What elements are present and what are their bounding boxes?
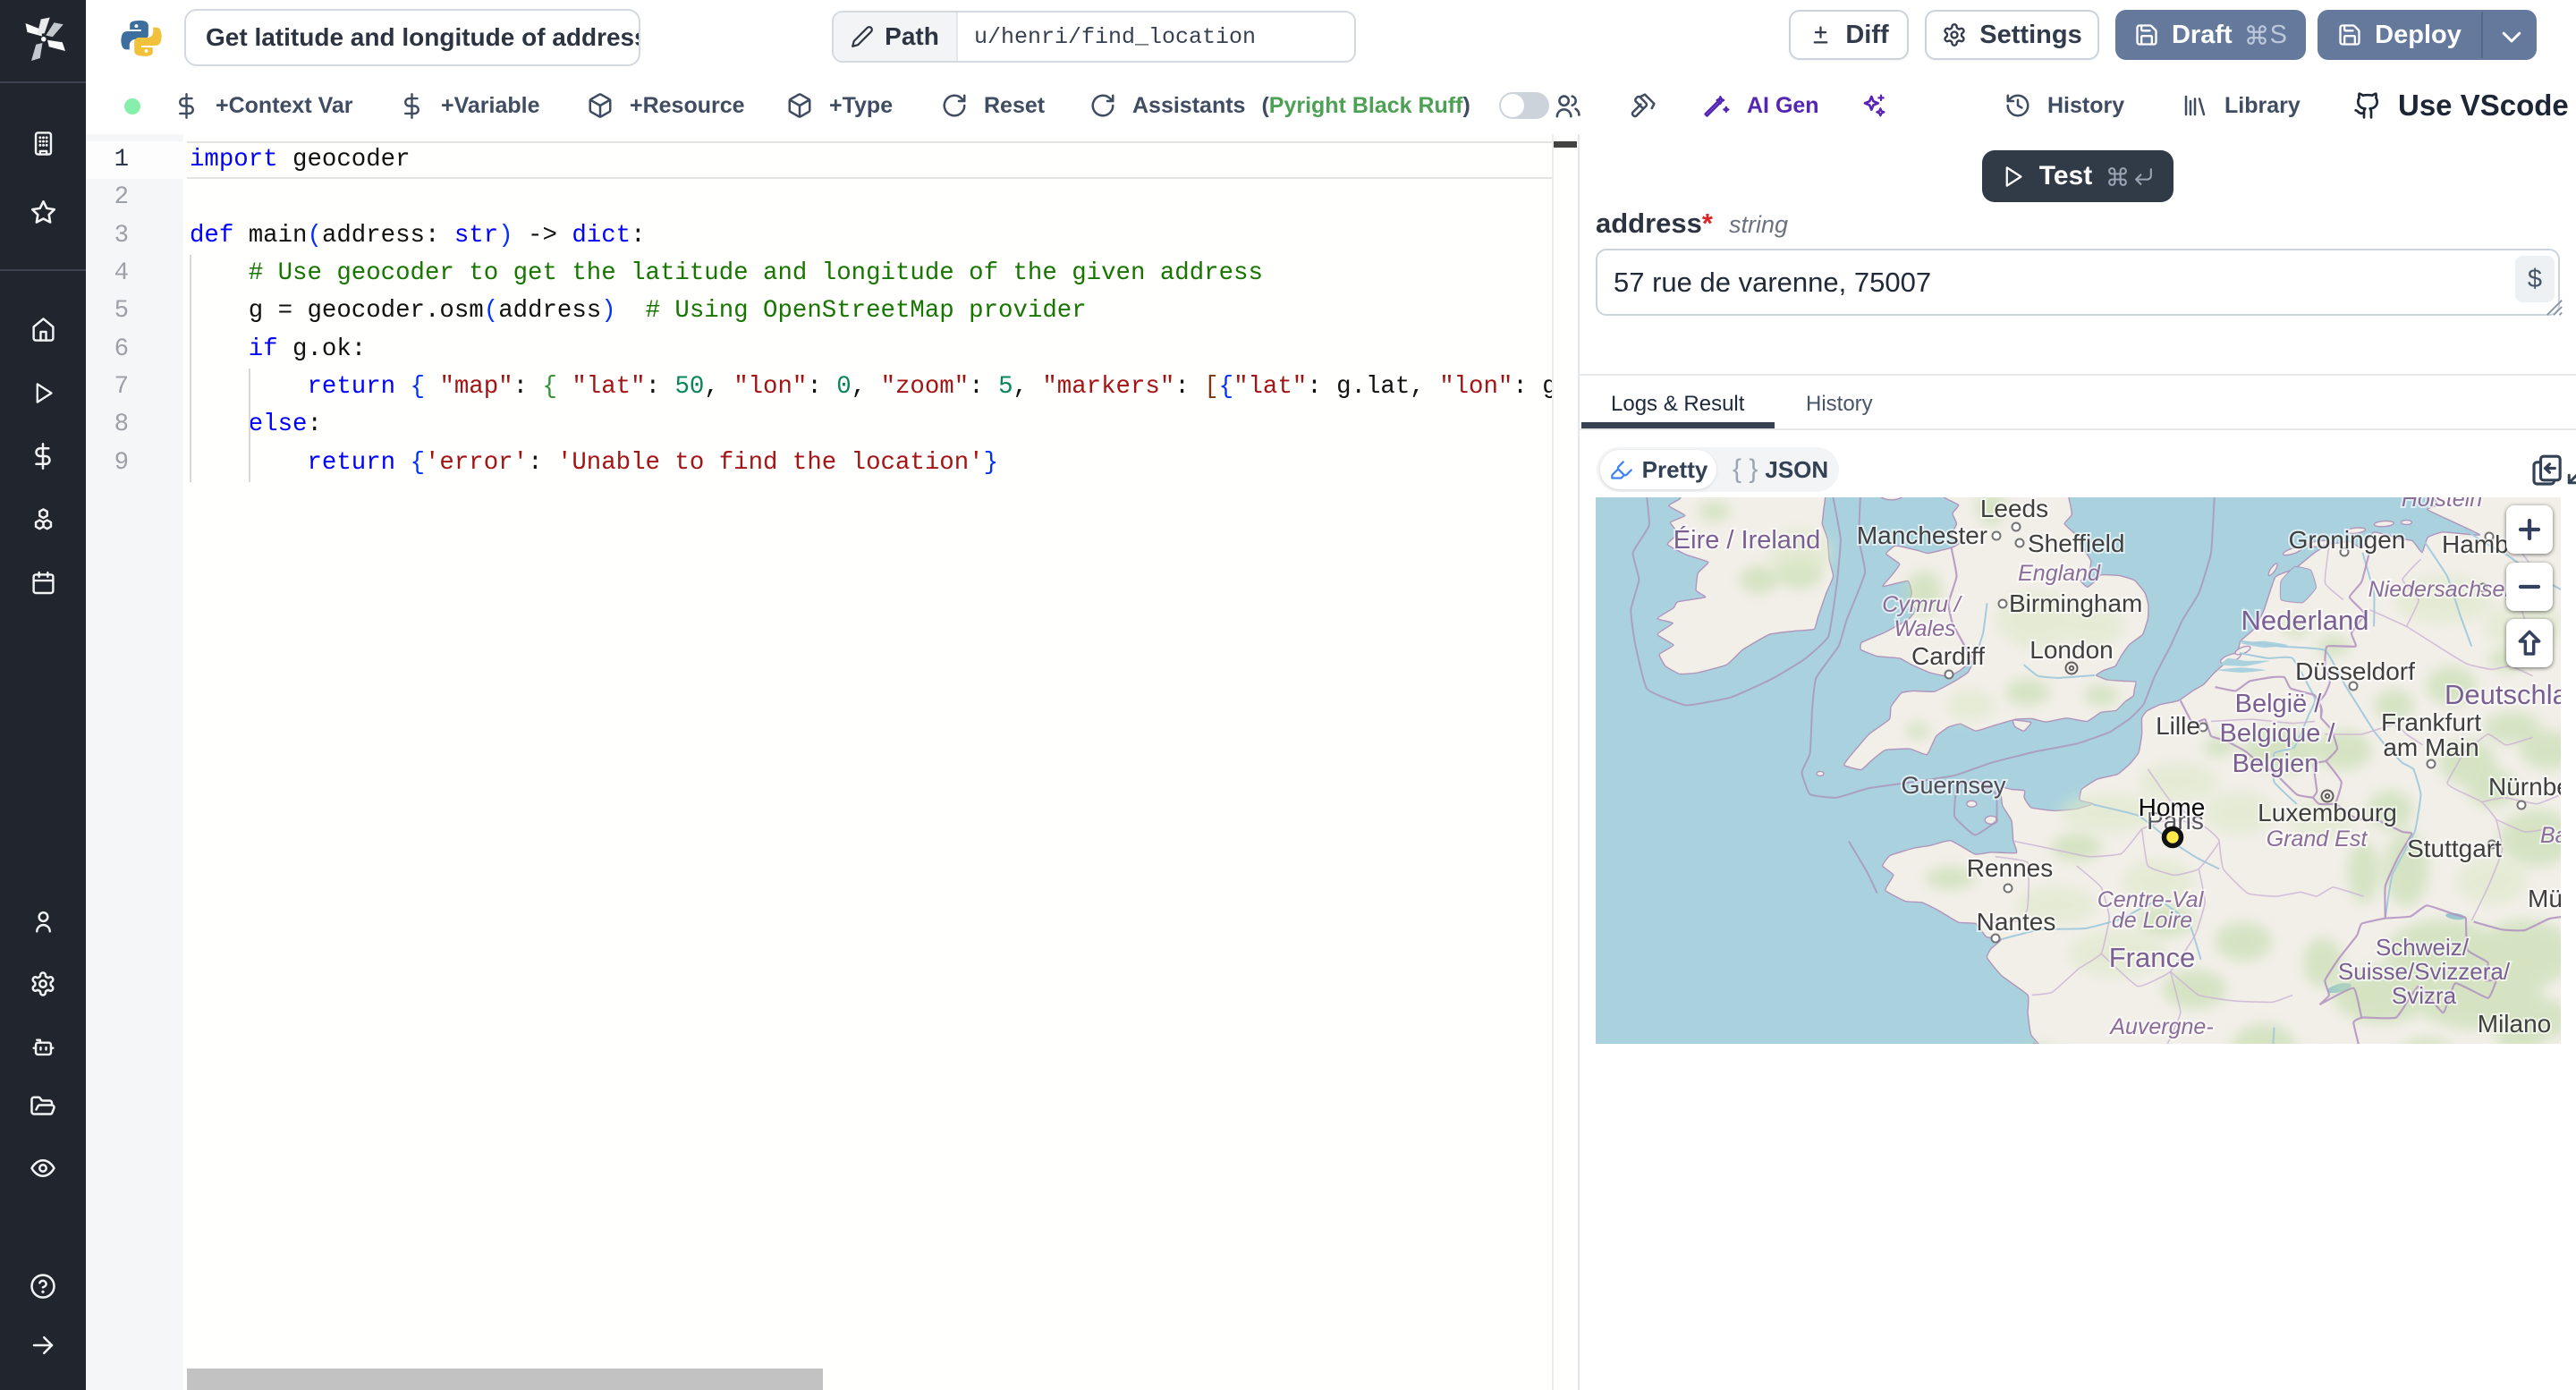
svg-text:Nederland: Nederland [2241, 605, 2368, 636]
svg-text:Sheffield: Sheffield [2028, 530, 2124, 557]
svg-text:België /: België / [2235, 690, 2323, 718]
svg-text:Suisse/Svizzera/: Suisse/Svizzera/ [2338, 958, 2511, 985]
svg-text:London: London [2029, 636, 2113, 664]
svg-text:Birmingham: Birmingham [2009, 589, 2142, 617]
svg-text:Home: Home [2139, 793, 2206, 821]
svg-text:Wales: Wales [1894, 616, 1955, 641]
svg-text:Cardiff: Cardiff [1911, 642, 1985, 670]
svg-text:Belgien: Belgien [2233, 750, 2319, 778]
svg-text:Manchester: Manchester [1857, 521, 1987, 549]
svg-text:Belgique /: Belgique / [2220, 719, 2336, 748]
svg-text:Bay: Bay [2540, 823, 2561, 848]
svg-text:Nantes: Nantes [1977, 908, 2056, 936]
svg-text:de Loire: de Loire [2112, 908, 2192, 933]
svg-text:Düsseldorf: Düsseldorf [2295, 657, 2415, 685]
svg-text:Éire / Ireland: Éire / Ireland [1674, 525, 1820, 555]
svg-text:Leeds: Leeds [1980, 497, 2048, 522]
svg-text:Groningen: Groningen [2289, 526, 2406, 554]
svg-text:Schweiz/: Schweiz/ [2376, 934, 2470, 961]
svg-text:Auvergne-: Auvergne- [2108, 1014, 2213, 1039]
svg-text:am Main: am Main [2383, 733, 2479, 761]
svg-text:Rennes: Rennes [1967, 854, 2054, 882]
svg-text:Svizra: Svizra [2392, 982, 2457, 1009]
svg-text:France: France [2109, 942, 2195, 973]
svg-text:Luxembourg: Luxembourg [2258, 799, 2397, 826]
svg-text:Niedersachsen: Niedersachsen [2368, 577, 2518, 602]
svg-text:Grand Est: Grand Est [2267, 826, 2368, 852]
svg-text:Guernsey: Guernsey [1901, 772, 2006, 799]
svg-text:Nürnberg: Nürnberg [2488, 773, 2561, 801]
svg-text:Holstein: Holstein [2402, 497, 2482, 512]
svg-text:Frankfurt: Frankfurt [2381, 708, 2481, 736]
svg-text:Münch: Münch [2528, 885, 2561, 912]
svg-text:Deutschlan: Deutschlan [2445, 679, 2561, 710]
svg-text:England: England [2018, 561, 2101, 586]
svg-text:Milano: Milano [2478, 1010, 2551, 1038]
svg-text:Lille: Lille [2156, 712, 2200, 740]
svg-text:Cymru /: Cymru / [1882, 592, 1963, 617]
svg-text:Stuttgart: Stuttgart [2407, 835, 2502, 862]
